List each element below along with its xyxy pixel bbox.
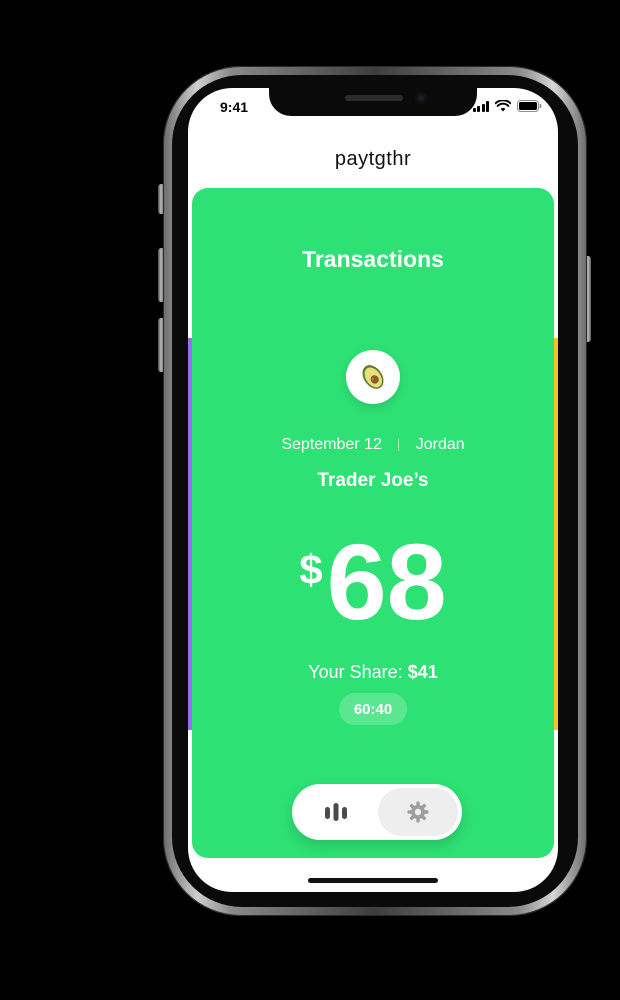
stage: 9:41 paytgthr Transactions September 12 … (0, 0, 620, 1000)
transaction-date: September 12 (281, 436, 382, 453)
bottom-nav (292, 784, 462, 840)
nav-settings-button[interactable] (378, 788, 458, 836)
chart-bars-icon (325, 803, 347, 821)
merchant-name: Trader Joe’s (317, 470, 429, 491)
merchant-avatar (346, 350, 400, 404)
transaction-person: Jordan (415, 436, 465, 453)
wifi-icon (495, 100, 511, 112)
transaction-meta: September 12 Jordan (192, 436, 554, 454)
share-label: Your Share: (308, 662, 403, 682)
cellular-signal-icon (472, 101, 489, 112)
transaction-card[interactable]: Transactions September 12 Jordan Trader … (192, 188, 554, 858)
speaker-grille (345, 95, 403, 101)
split-ratio-badge[interactable]: 60:40 (339, 693, 407, 725)
notch (269, 88, 477, 116)
meta-divider (398, 438, 400, 451)
status-time: 9:41 (220, 99, 249, 115)
amount-value: 68 (326, 521, 447, 642)
card-title: Transactions (302, 246, 444, 272)
your-share: Your Share: $41 (192, 662, 554, 683)
transaction-amount: $68 (192, 528, 554, 636)
app-brand-logo: paytgthr (334, 148, 412, 170)
currency-symbol: $ (299, 546, 323, 593)
battery-icon (517, 100, 542, 112)
phone-screen: 9:41 paytgthr Transactions September 12 … (188, 88, 558, 892)
share-value: $41 (407, 662, 438, 682)
front-camera (415, 92, 427, 104)
nav-transactions-button[interactable] (296, 788, 376, 836)
gear-icon (407, 801, 429, 823)
avocado-icon (362, 365, 384, 389)
status-icons (472, 100, 543, 112)
home-indicator[interactable] (308, 878, 438, 883)
